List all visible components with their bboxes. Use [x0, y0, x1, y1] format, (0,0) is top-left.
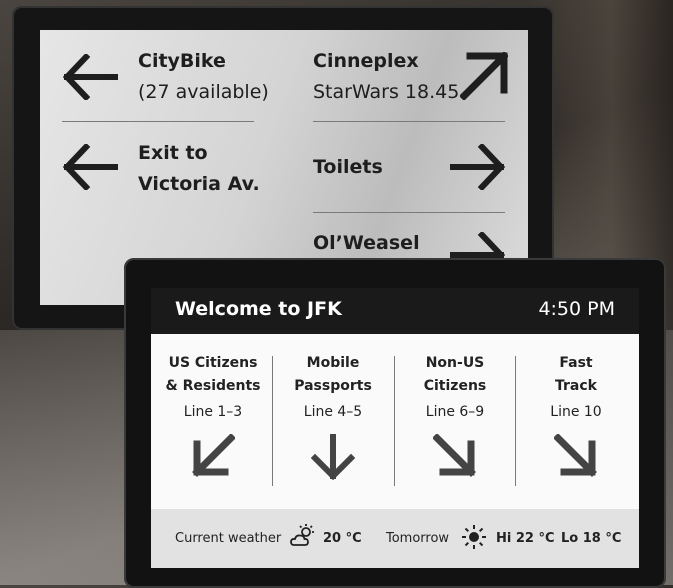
exit-line1: Exit to [138, 142, 208, 164]
front-display-screen: Welcome to JFK 4:50 PM US Citizens & Res… [151, 288, 639, 568]
arrow-down-icon [311, 434, 355, 481]
lane-lines: Line 4–5 [303, 404, 363, 420]
lane-name: Passports [294, 378, 372, 394]
lane-mobile-passports: Mobile Passports Line 4–5 [273, 334, 393, 509]
citybike-title: CityBike [138, 50, 226, 72]
tomorrow-label: Tomorrow [386, 531, 450, 546]
citybike-availability: (27 available) [138, 81, 269, 103]
sign-exit: Exit to Victoria Av. [138, 138, 260, 200]
arrow-left-icon [62, 144, 118, 190]
lane-lines: Line 10 [550, 404, 602, 420]
current-weather-label: Current weather [175, 531, 282, 546]
lanes: US Citizens & Residents Line 1–3 Mobile … [151, 334, 639, 509]
olweasel-title: Ol’Weasel [313, 232, 420, 254]
divider [313, 121, 505, 122]
arrow-down-right-icon [554, 434, 597, 477]
sign-citybike: CityBike (27 available) [138, 46, 269, 108]
cinneplex-title: Cinneplex [313, 50, 419, 72]
arrow-right-icon [450, 144, 506, 190]
lane-name: Non-US [425, 355, 485, 371]
arrow-up-right-icon [460, 52, 508, 100]
weather-bar: Current weather 20 °C Tomorrow Hi 22 °C … [151, 509, 639, 568]
arrow-down-right-icon [433, 434, 476, 477]
lane-lines: Line 6–9 [425, 404, 485, 420]
lane-lines: Line 1–3 [183, 404, 243, 420]
sign-olweasel: Ol’Weasel [313, 228, 420, 259]
divider [313, 212, 505, 213]
exit-line2: Victoria Av. [138, 173, 260, 195]
lane-name: Fast [559, 355, 593, 371]
sun-icon [462, 525, 486, 549]
lane-fast-track: Fast Track Line 10 [516, 334, 636, 509]
lane-us-citizens: US Citizens & Residents Line 1–3 [153, 334, 273, 509]
lane-name: Citizens [423, 378, 487, 394]
tomorrow-low: Lo 18 °C [561, 531, 622, 546]
header-bar: Welcome to JFK 4:50 PM [151, 288, 639, 334]
lane-name: US Citizens [168, 355, 258, 371]
lane-name: Mobile [306, 355, 360, 371]
tomorrow-high: Hi 22 °C [496, 531, 555, 546]
sign-toilets: Toilets [313, 152, 383, 183]
lane-name: Track [555, 378, 597, 394]
arrow-down-left-icon [192, 434, 235, 477]
current-temp: 20 °C [323, 531, 362, 546]
sign-cinneplex: Cinneplex StarWars 18.45 [313, 46, 459, 108]
arrow-left-icon [62, 54, 118, 100]
divider [62, 121, 254, 122]
partly-cloudy-icon [290, 524, 314, 546]
lane-non-us-citizens: Non-US Citizens Line 6–9 [395, 334, 515, 509]
toilets-title: Toilets [313, 156, 383, 178]
cinneplex-showtime: StarWars 18.45 [313, 81, 460, 103]
clock: 4:50 PM [538, 298, 615, 320]
lane-name: & Residents [165, 378, 261, 394]
page-title: Welcome to JFK [175, 298, 342, 320]
